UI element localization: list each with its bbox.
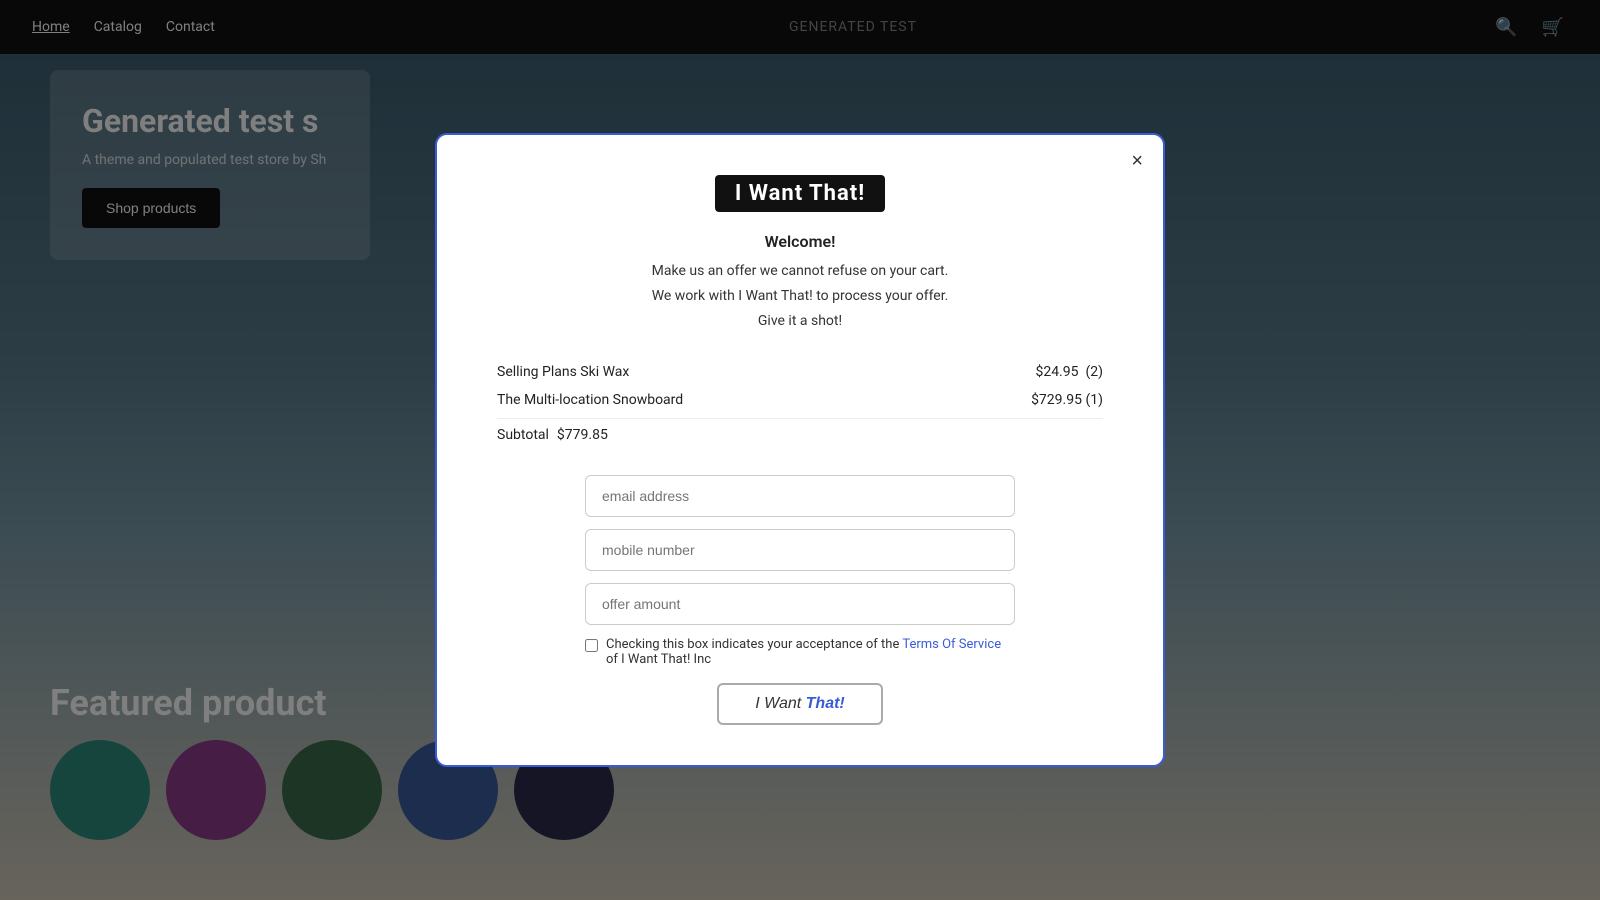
item-2-price-qty: $729.95 (1) bbox=[1031, 392, 1103, 408]
modal-form: Checking this box indicates your accepta… bbox=[497, 475, 1103, 725]
item-2-name: The Multi-location Snowboard bbox=[497, 392, 683, 408]
modal-description: Make us an offer we cannot refuse on you… bbox=[652, 259, 949, 335]
email-input[interactable] bbox=[585, 475, 1015, 517]
submit-label-normal: I Want bbox=[755, 695, 805, 712]
modal-desc-line2: We work with I Want That! to process you… bbox=[652, 288, 949, 304]
mobile-input[interactable] bbox=[585, 529, 1015, 571]
modal-checkbox-row: Checking this box indicates your accepta… bbox=[585, 637, 1015, 667]
subtotal-label: Subtotal bbox=[497, 427, 549, 443]
checkbox-text: Checking this box indicates your accepta… bbox=[606, 637, 1015, 667]
modal-welcome: Welcome! bbox=[765, 232, 836, 251]
modal-item-row-2: The Multi-location Snowboard $729.95 (1) bbox=[497, 386, 1103, 414]
item-1-price-qty: $24.95 (2) bbox=[1035, 364, 1103, 380]
submit-button[interactable]: I Want That! bbox=[717, 683, 883, 725]
item-1-name: Selling Plans Ski Wax bbox=[497, 364, 629, 380]
tos-checkbox[interactable] bbox=[585, 639, 598, 652]
modal-overlay: × I Want That! Welcome! Make us an offer… bbox=[0, 0, 1600, 900]
modal: × I Want That! Welcome! Make us an offer… bbox=[435, 133, 1165, 768]
modal-item-row-1: Selling Plans Ski Wax $24.95 (2) bbox=[497, 358, 1103, 386]
modal-desc-line1: Make us an offer we cannot refuse on you… bbox=[652, 263, 949, 279]
modal-items: Selling Plans Ski Wax $24.95 (2) The Mul… bbox=[497, 358, 1103, 451]
modal-logo: I Want That! bbox=[715, 175, 885, 212]
submit-label-bold: That! bbox=[806, 695, 845, 712]
modal-desc-line3: Give it a shot! bbox=[758, 313, 842, 329]
subtotal-value: $779.85 bbox=[557, 427, 608, 443]
modal-close-button[interactable]: × bbox=[1131, 151, 1143, 171]
offer-amount-input[interactable] bbox=[585, 583, 1015, 625]
tos-link[interactable]: Terms Of Service bbox=[902, 637, 1001, 652]
modal-subtotal-row: Subtotal $779.85 bbox=[497, 418, 1103, 451]
